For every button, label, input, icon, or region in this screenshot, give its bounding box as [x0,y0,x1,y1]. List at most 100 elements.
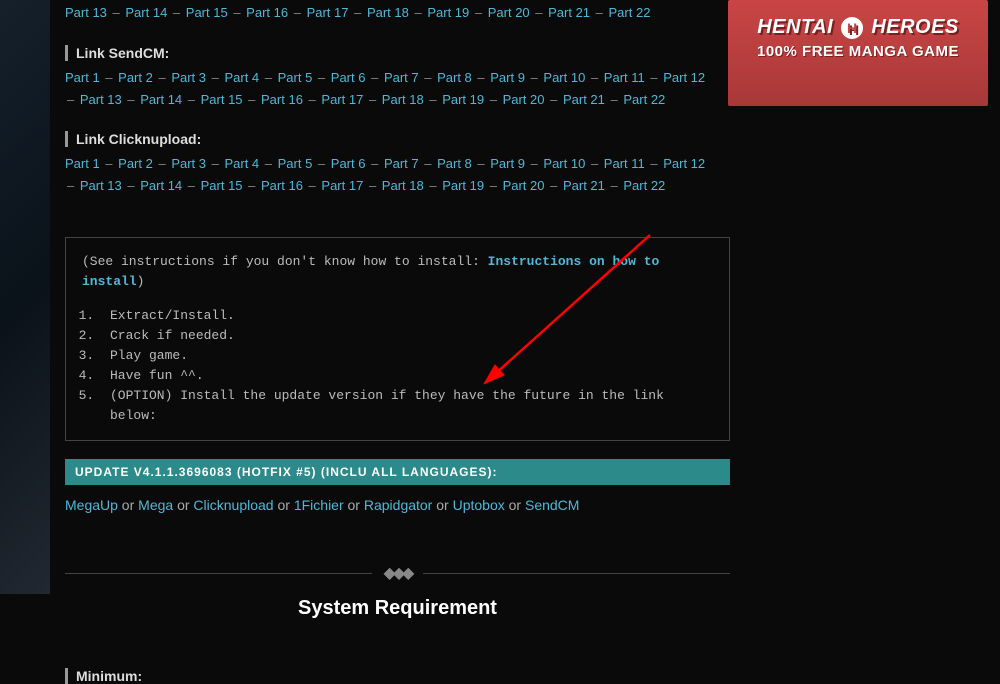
dash-separator: – [607,178,621,193]
dash-separator: – [474,156,488,171]
dash-separator: – [314,70,328,85]
top-parts-row: Part 13 – Part 14 – Part 15 – Part 16 – … [65,0,730,25]
part-link[interactable]: Part 6 [331,70,366,85]
dash-separator: – [365,92,379,107]
part-link[interactable]: Part 19 [442,92,484,107]
dash-separator: – [474,70,488,85]
part-link[interactable]: Part 22 [623,92,665,107]
part-link[interactable]: Part 1 [65,156,100,171]
part-link[interactable]: Part 22 [623,178,665,193]
part-link[interactable]: Part 16 [246,5,288,20]
part-link[interactable]: Part 10 [543,70,585,85]
part-link[interactable]: Part 3 [171,156,206,171]
part-link[interactable]: Part 22 [609,5,651,20]
part-link[interactable]: Part 15 [186,5,228,20]
part-link[interactable]: Part 14 [125,5,167,20]
dash-separator: – [647,70,661,85]
part-link[interactable]: Part 19 [427,5,469,20]
part-link[interactable]: Part 20 [503,178,545,193]
part-link[interactable]: Part 7 [384,156,419,171]
part-link[interactable]: Part 13 [65,5,107,20]
part-link[interactable]: Part 21 [563,92,605,107]
part-link[interactable]: Part 4 [224,156,259,171]
part-link[interactable]: Part 8 [437,70,472,85]
ad-logo-icon: H [841,17,863,39]
dash-separator: – [230,5,244,20]
part-link[interactable]: Part 17 [307,5,349,20]
update-mirror-link[interactable]: SendCM [525,497,579,513]
or-separator: or [432,497,452,513]
dash-separator: – [426,178,440,193]
background-art [0,0,50,594]
part-link[interactable]: Part 17 [321,178,363,193]
part-link[interactable]: Part 8 [437,156,472,171]
update-mirror-link[interactable]: 1Fichier [294,497,344,513]
part-link[interactable]: Part 16 [261,178,303,193]
dash-separator: – [245,178,259,193]
update-mirror-link[interactable]: Uptobox [453,497,505,513]
dash-separator: – [607,92,621,107]
part-link[interactable]: Part 12 [663,70,705,85]
minimum-label: Minimum: [65,668,730,684]
divider: ◆◆◆ [65,563,730,583]
part-link[interactable]: Part 21 [548,5,590,20]
part-link[interactable]: Part 21 [563,178,605,193]
ad-subtitle: 100% FREE MANGA GAME [757,43,959,60]
dash-separator: – [102,70,116,85]
dash-separator: – [67,92,78,107]
content-area: Part 13 – Part 14 – Part 15 – Part 16 – … [50,0,730,684]
part-link[interactable]: Part 14 [140,178,182,193]
ad-banner[interactable]: HENTAI H HEROES 100% FREE MANGA GAME [728,0,988,106]
instruction-step: Crack if needed. [102,326,713,346]
dash-separator: – [587,70,601,85]
part-link[interactable]: Part 13 [80,92,122,107]
part-link[interactable]: Part 9 [490,156,525,171]
dash-separator: – [647,156,661,171]
update-mirror-link[interactable]: MegaUp [65,497,118,513]
part-link[interactable]: Part 2 [118,70,153,85]
part-link[interactable]: Part 10 [543,156,585,171]
part-link[interactable]: Part 18 [367,5,409,20]
part-link[interactable]: Part 15 [201,92,243,107]
dash-separator: – [290,5,304,20]
part-link[interactable]: Part 14 [140,92,182,107]
clicknupload-label: Link Clicknupload: [65,131,730,147]
dash-separator: – [261,156,275,171]
update-mirror-link[interactable]: Clicknupload [193,497,273,513]
instructions-box: (See instructions if you don't know how … [65,237,730,441]
part-link[interactable]: Part 5 [278,156,313,171]
part-link[interactable]: Part 6 [331,156,366,171]
part-link[interactable]: Part 18 [382,92,424,107]
update-mirror-link[interactable]: Mega [138,497,173,513]
part-link[interactable]: Part 12 [663,156,705,171]
dash-separator: – [532,5,546,20]
part-link[interactable]: Part 1 [65,70,100,85]
dash-separator: – [102,156,116,171]
instructions-list: Extract/Install.Crack if needed.Play gam… [82,306,713,426]
part-link[interactable]: Part 11 [604,156,645,171]
part-link[interactable]: Part 9 [490,70,525,85]
or-separator: or [173,497,193,513]
instructions-suffix: ) [137,274,145,289]
or-separator: or [118,497,138,513]
part-link[interactable]: Part 20 [503,92,545,107]
part-link[interactable]: Part 4 [224,70,259,85]
update-banner: UPDATE V4.1.1.3696083 (HOTFIX #5) (INCLU… [65,459,730,485]
part-link[interactable]: Part 20 [488,5,530,20]
part-link[interactable]: Part 17 [321,92,363,107]
part-link[interactable]: Part 11 [604,70,645,85]
part-link[interactable]: Part 15 [201,178,243,193]
part-link[interactable]: Part 19 [442,178,484,193]
part-link[interactable]: Part 13 [80,178,122,193]
part-link[interactable]: Part 2 [118,156,153,171]
system-requirement-heading: System Requirement [65,597,730,620]
part-link[interactable]: Part 5 [278,70,313,85]
instruction-step: Have fun ^^. [102,366,713,386]
part-link[interactable]: Part 3 [171,70,206,85]
instruction-step: Play game. [102,346,713,366]
dash-separator: – [169,5,183,20]
part-link[interactable]: Part 18 [382,178,424,193]
part-link[interactable]: Part 7 [384,70,419,85]
update-mirror-link[interactable]: Rapidgator [364,497,433,513]
part-link[interactable]: Part 16 [261,92,303,107]
